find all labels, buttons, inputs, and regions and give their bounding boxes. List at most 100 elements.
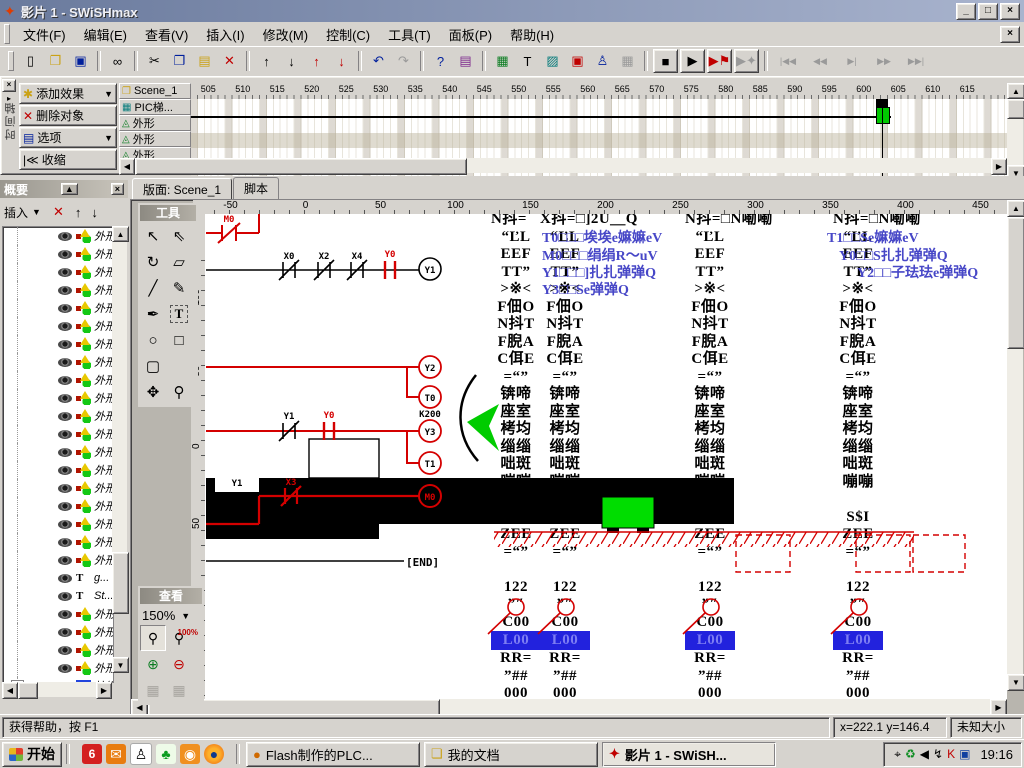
- paste-icon[interactable]: ▤: [193, 50, 216, 72]
- outline-row[interactable]: − 外形: [17, 227, 113, 245]
- outline-row[interactable]: − 外形: [17, 425, 113, 443]
- outline-vscrollbar[interactable]: ▲ ▼: [112, 226, 127, 681]
- reshape-tool[interactable]: ▱: [167, 250, 191, 274]
- outline-row[interactable]: − 外形: [17, 533, 113, 551]
- media-box-icon[interactable]: ◉: [180, 744, 200, 764]
- eye-icon[interactable]: [58, 394, 72, 403]
- canvas-hscrollbar[interactable]: ◀ ▶: [131, 699, 1007, 715]
- line-tool[interactable]: ╱: [141, 276, 165, 300]
- eye-icon[interactable]: [58, 268, 72, 277]
- goto-end-icon[interactable]: ▶▶|: [901, 50, 931, 72]
- outline-row[interactable]: − 外形: [17, 443, 113, 461]
- insert-frames-icon[interactable]: ▦: [616, 50, 639, 72]
- zoom-in-button[interactable]: ⊕: [141, 652, 165, 676]
- timeline-button[interactable]: |≪ 收缩: [19, 149, 117, 170]
- goto-start-icon[interactable]: |◀◀: [773, 50, 803, 72]
- new-file-icon[interactable]: ▯: [19, 50, 42, 72]
- scroll-thumb[interactable]: [18, 682, 38, 699]
- scroll-track[interactable]: [440, 699, 990, 714]
- outline-row[interactable]: − 外形: [17, 551, 113, 569]
- eye-icon[interactable]: [58, 412, 72, 421]
- open-file-icon[interactable]: ❐: [44, 50, 67, 72]
- timeline-side-tab[interactable]: 时间轴: [3, 101, 19, 140]
- pen-tool[interactable]: ✒: [141, 302, 165, 326]
- rect-tool[interactable]: □: [167, 328, 191, 352]
- lower-to-bottom-icon[interactable]: ↓: [330, 50, 353, 72]
- text-tool[interactable]: T: [170, 305, 188, 323]
- timeline-row-header[interactable]: ▦ PIC梯...: [119, 99, 191, 115]
- redo-icon[interactable]: ↷: [392, 50, 415, 72]
- insert-caret-icon[interactable]: ▼: [32, 207, 41, 217]
- outline-row[interactable]: − 外形: [17, 263, 113, 281]
- timeline-button[interactable]: ✕ 删除对象: [19, 105, 117, 126]
- timeline-hscrollbar[interactable]: ◀ ▶: [119, 158, 1007, 173]
- find-icon[interactable]: ∞: [106, 50, 129, 72]
- play-icon[interactable]: ▶: [680, 49, 705, 73]
- outline-row[interactable]: − 外形: [17, 461, 113, 479]
- play-movie-icon[interactable]: ▶⚑: [707, 49, 732, 73]
- timeline-vscrollbar[interactable]: ▲ ▼: [1007, 83, 1023, 179]
- insert-scene-icon[interactable]: ▦: [491, 50, 514, 72]
- scroll-track[interactable]: [112, 242, 127, 552]
- scroll-track[interactable]: [1007, 349, 1023, 674]
- menu-item[interactable]: 修改(M): [254, 22, 318, 47]
- step-back-icon[interactable]: ◀◀: [805, 50, 835, 72]
- collapse-panel-icon[interactable]: ▲: [61, 183, 78, 195]
- move-up-icon[interactable]: ↑: [75, 205, 82, 220]
- menu-item[interactable]: 编辑(E): [75, 22, 136, 47]
- close-panel-icon[interactable]: ×: [111, 183, 124, 195]
- pan-tool[interactable]: ✥: [141, 380, 165, 404]
- select-tool[interactable]: ↖: [141, 224, 165, 248]
- eye-icon[interactable]: [58, 286, 72, 295]
- delete-icon[interactable]: ✕: [218, 50, 241, 72]
- close-button[interactable]: ×: [1000, 3, 1020, 20]
- delete-object-icon[interactable]: ✕: [53, 204, 64, 220]
- menu-grip[interactable]: [4, 24, 10, 44]
- subselect-tool[interactable]: ⇖: [167, 224, 191, 248]
- menu-item[interactable]: 面板(P): [440, 22, 501, 47]
- menu-item[interactable]: 帮助(H): [501, 22, 563, 47]
- task-button[interactable]: ✦ 影片 1 - SWiSH...: [602, 742, 776, 767]
- move-down-icon[interactable]: ↓: [91, 205, 98, 220]
- zoom-tool[interactable]: ⚲: [167, 380, 191, 404]
- eye-icon[interactable]: [58, 466, 72, 475]
- zoom-level-dropdown[interactable]: 150% ▼: [140, 606, 202, 625]
- panel-close-icon[interactable]: ×: [2, 79, 16, 92]
- help-book-icon[interactable]: ▤: [454, 50, 477, 72]
- outline-row[interactable]: − 外形: [17, 371, 113, 389]
- eye-icon[interactable]: [58, 304, 72, 313]
- eye-icon[interactable]: [58, 592, 72, 601]
- raise-to-top-icon[interactable]: ↑: [305, 50, 328, 72]
- save-icon[interactable]: ▣: [69, 50, 92, 72]
- scroll-left-icon[interactable]: ◀: [119, 158, 135, 175]
- outline-row[interactable]: − 外形: [17, 281, 113, 299]
- menu-item[interactable]: 查看(V): [136, 22, 197, 47]
- keyframe-marker[interactable]: [876, 107, 890, 124]
- outline-hscrollbar[interactable]: ◀ ▶: [2, 682, 112, 697]
- zoom-mode-button[interactable]: ⚲: [140, 625, 166, 651]
- copy-icon[interactable]: ❐: [168, 50, 191, 72]
- eye-icon[interactable]: [58, 538, 72, 547]
- eye-icon[interactable]: [58, 250, 72, 259]
- eye-icon[interactable]: [58, 556, 72, 565]
- outline-row[interactable]: − 外形: [17, 623, 113, 641]
- firefox-icon[interactable]: ●: [204, 744, 224, 764]
- scroll-down-icon[interactable]: ▼: [112, 657, 129, 673]
- timeline-button[interactable]: ✱ 添加效果 ▼: [19, 83, 117, 104]
- task-button[interactable]: ● Flash制作的PLC...: [246, 742, 420, 767]
- timeline-ruler[interactable]: 5055105155205255305355405455505555605655…: [191, 83, 1007, 100]
- scroll-up-icon[interactable]: ▲: [1007, 200, 1024, 217]
- stop-icon[interactable]: ■: [653, 49, 678, 73]
- start-button[interactable]: 开始: [2, 742, 62, 767]
- outline-row[interactable]: − 外形: [17, 245, 113, 263]
- timeline-row-header[interactable]: ◬ 外形: [119, 131, 191, 147]
- outline-row[interactable]: − 外形: [17, 353, 113, 371]
- menu-item[interactable]: 插入(I): [197, 22, 253, 47]
- undo-icon[interactable]: ↶: [367, 50, 390, 72]
- pencil-tool[interactable]: ✎: [167, 276, 191, 300]
- scroll-track[interactable]: [1007, 119, 1023, 165]
- insert-content-icon[interactable]: ▣: [566, 50, 589, 72]
- scroll-track[interactable]: [38, 682, 96, 697]
- foxmail-icon[interactable]: ✉: [106, 744, 126, 764]
- outline-row[interactable]: − T St...: [17, 587, 113, 605]
